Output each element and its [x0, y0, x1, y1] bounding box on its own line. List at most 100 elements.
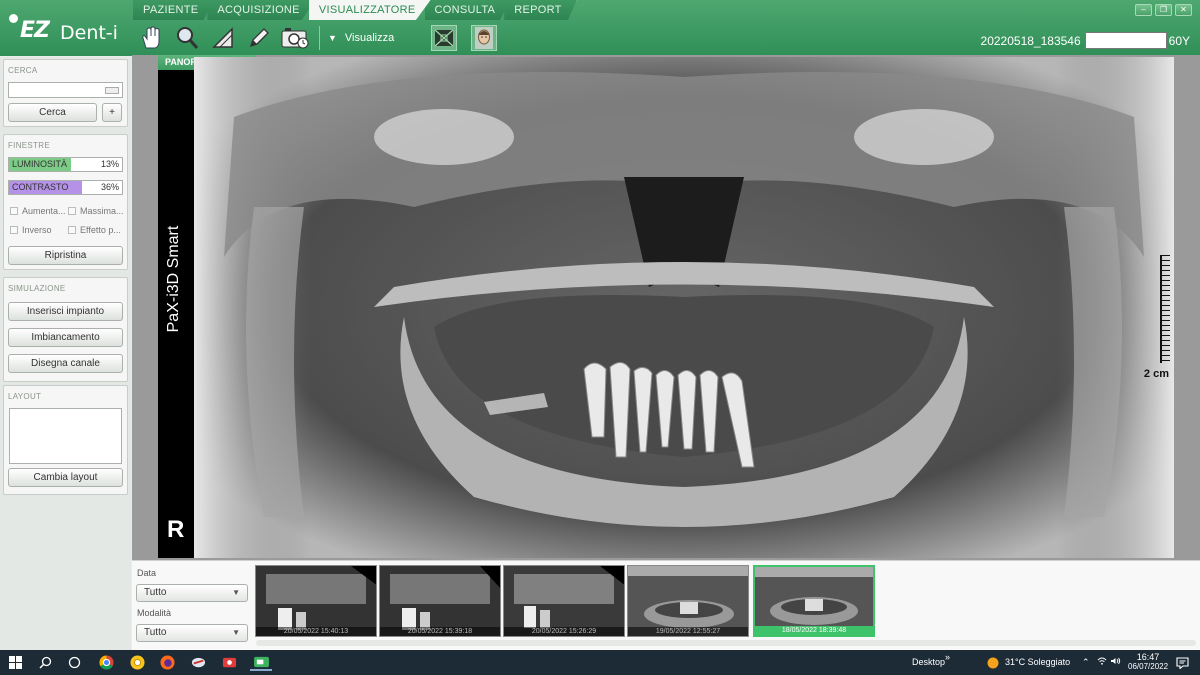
wifi-icon[interactable]	[1097, 657, 1107, 667]
check-aumenta-label: Aumenta...	[22, 206, 66, 216]
add-search-button[interactable]: +	[102, 103, 122, 122]
check-aumenta[interactable]: Aumenta...	[10, 206, 66, 216]
check-inverso-label: Inverso	[22, 225, 52, 235]
checkbox-icon	[68, 207, 76, 215]
angle-measure-icon[interactable]	[205, 23, 241, 53]
clock-time: 16:47	[1136, 652, 1160, 662]
thumbnail-date: 18/05/2022 18:39:48	[755, 626, 873, 635]
insert-implant-button[interactable]: Inserisci impianto	[8, 302, 123, 321]
thumbnail-panoramic-selected[interactable]: 18/05/2022 18:39:48	[753, 565, 875, 637]
whitening-button[interactable]: Imbiancamento	[8, 328, 123, 347]
notification-icon[interactable]	[1174, 654, 1191, 671]
task-view-icon[interactable]	[66, 654, 83, 671]
modality-filter-label: Modalità	[137, 608, 172, 618]
volume-icon[interactable]	[1111, 657, 1121, 667]
keyboard-icon[interactable]	[105, 87, 119, 94]
contrast-slider[interactable]: CONTRASTO 36%	[8, 180, 123, 195]
windows-start-icon[interactable]	[7, 654, 24, 671]
patient-name-redacted	[1084, 32, 1167, 49]
maximize-button[interactable]: ❐	[1155, 4, 1172, 16]
simulation-panel: SIMULAZIONE Inserisci impianto Imbiancam…	[3, 277, 128, 382]
patient-face-icon[interactable]	[471, 25, 498, 51]
chevron-down-icon: ▼	[232, 628, 240, 637]
minimize-button[interactable]: –	[1135, 4, 1152, 16]
app-header: EZ Dent-i PAZIENTE ACQUISIZIONE VISUALIZ…	[0, 0, 1200, 56]
checkbox-icon	[10, 207, 18, 215]
search-icon[interactable]	[37, 654, 54, 671]
windows-section-title: FINESTRE	[8, 141, 50, 150]
check-inverso[interactable]: Inverso	[10, 225, 52, 235]
windows-panel: FINESTRE LUMINOSITÀ 13% CONTRASTO 36% Au…	[3, 134, 128, 270]
tray-chevron-icon[interactable]: ⌃	[1082, 657, 1090, 668]
thumbnail-intraoral[interactable]: 20/05/2022 15:40:13	[255, 565, 377, 637]
reset-button[interactable]: Ripristina	[8, 246, 123, 265]
patient-id: 20220518_183546	[980, 33, 1081, 48]
main-tabs: PAZIENTE ACQUISIZIONE VISUALIZZATORE CON…	[133, 0, 577, 20]
thumbnail-intraoral[interactable]: 20/05/2022 15:39:18	[379, 565, 501, 637]
layout-section-title: LAYOUT	[8, 392, 42, 401]
logo-ez: EZ	[20, 18, 50, 43]
patient-age: 60Y	[1168, 33, 1190, 48]
layout-panel: LAYOUT Cambia layout	[3, 385, 128, 495]
pan-hand-icon[interactable]	[133, 23, 169, 53]
toolbar-separator	[319, 26, 320, 50]
search-input[interactable]	[8, 82, 123, 98]
chevron-down-icon: ▼	[232, 588, 240, 597]
check-massima[interactable]: Massima...	[68, 206, 124, 216]
chevron-up-icon[interactable]: »	[945, 652, 950, 662]
checkbox-icon	[10, 226, 18, 234]
visualizza-dropdown[interactable]: ▼ Visualizza	[328, 32, 394, 44]
tab-visualizzatore[interactable]: VISUALIZZATORE	[308, 0, 431, 20]
side-marker: R	[167, 516, 185, 543]
left-panel: CERCA Cerca + FINESTRE LUMINOSITÀ 13% CO…	[0, 57, 131, 650]
xray-drawing	[194, 57, 1174, 558]
change-layout-button[interactable]: Cambia layout	[8, 468, 123, 487]
app-icon[interactable]	[190, 654, 207, 671]
desktop-label[interactable]: Desktop	[912, 657, 945, 667]
date-filter-select[interactable]: Tutto ▼	[136, 584, 248, 602]
ezdent-taskbar-icon[interactable]	[250, 654, 272, 671]
grid-layout-icon[interactable]	[431, 25, 458, 51]
device-name: PaX-i3D Smart	[165, 225, 182, 333]
layout-preview[interactable]	[9, 408, 122, 464]
thumbnail-intraoral[interactable]: 20/05/2022 15:26:29	[503, 565, 625, 637]
modality-filter-value: Tutto	[144, 627, 167, 638]
search-section-title: CERCA	[8, 66, 38, 75]
window-controls: – ❐ ✕	[1135, 4, 1192, 16]
brightness-label: LUMINOSITÀ	[12, 159, 68, 169]
firefox-icon[interactable]	[159, 654, 176, 671]
pencil-draw-icon[interactable]	[241, 23, 277, 53]
draw-canal-button[interactable]: Disegna canale	[8, 354, 123, 373]
brightness-value: 13%	[100, 159, 119, 169]
weather-text[interactable]: 31°C Soleggiato	[1005, 657, 1070, 667]
panoramic-xray-image[interactable]: 2 cm	[194, 57, 1174, 558]
close-button[interactable]: ✕	[1175, 4, 1192, 16]
thumbnail-panoramic[interactable]: 19/05/2022 12:55:27	[627, 565, 749, 637]
clock[interactable]: 16:47 06/07/2022	[1128, 652, 1168, 671]
recorder-icon[interactable]	[221, 654, 238, 671]
sun-weather-icon	[986, 654, 1000, 671]
search-button[interactable]: Cerca	[8, 103, 97, 122]
modality-filter-select[interactable]: Tutto ▼	[136, 624, 248, 642]
chrome-icon[interactable]	[98, 654, 115, 671]
thumbnail-scrollbar[interactable]	[256, 640, 1196, 646]
check-effetto[interactable]: Effetto p...	[68, 225, 121, 235]
image-side-strip: PaX-i3D Smart R	[158, 70, 194, 558]
tab-report[interactable]: REPORT	[504, 0, 577, 20]
thumbnail-date: 20/05/2022 15:40:13	[256, 627, 376, 636]
brightness-slider[interactable]: LUMINOSITÀ 13%	[8, 157, 123, 172]
thumbnail-date: 20/05/2022 15:39:18	[380, 627, 500, 636]
tab-consulta[interactable]: CONSULTA	[424, 0, 511, 20]
tab-paziente[interactable]: PAZIENTE	[133, 0, 214, 20]
date-filter-label: Data	[137, 568, 157, 578]
camera-capture-icon[interactable]	[277, 23, 313, 53]
viewer-toolbar: ▼ Visualizza	[133, 22, 504, 54]
date-filter-value: Tutto	[144, 587, 167, 598]
contrast-value: 36%	[100, 182, 119, 192]
simulation-section-title: SIMULAZIONE	[8, 284, 66, 293]
tab-acquisizione[interactable]: ACQUISIZIONE	[207, 0, 315, 20]
image-viewer[interactable]: PANORAMICA PaX-i3D Smart R	[132, 55, 1200, 560]
zoom-magnifier-icon[interactable]	[169, 23, 205, 53]
clock-date: 06/07/2022	[1128, 662, 1169, 671]
chrome-canary-icon[interactable]	[129, 654, 146, 671]
